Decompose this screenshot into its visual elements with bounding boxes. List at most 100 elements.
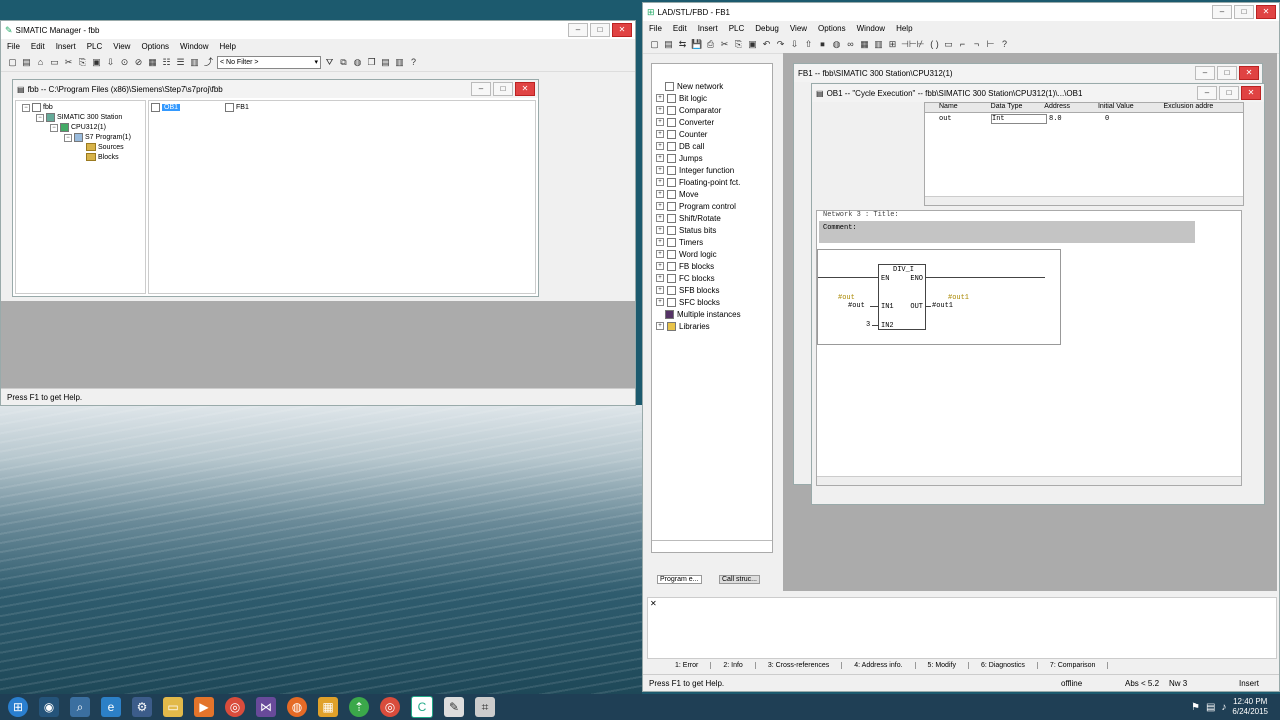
category-new-network[interactable]: New network (656, 80, 741, 92)
box-icon[interactable]: ▭ (943, 39, 954, 50)
taskbar-ie-icon[interactable]: e (101, 697, 121, 717)
copy-icon[interactable]: ⎘ (733, 39, 744, 50)
download-icon[interactable]: ⇩ (105, 57, 116, 68)
help-icon[interactable]: ? (408, 57, 419, 68)
tile-icon[interactable]: ▤ (380, 57, 391, 68)
menu-help[interactable]: Help (220, 42, 236, 51)
taskbar-lad-icon[interactable]: ✎ (444, 697, 464, 717)
category-program-control[interactable]: + Program control (656, 200, 741, 212)
category-fb-blocks[interactable]: + FB blocks (656, 260, 741, 272)
print-icon[interactable]: ⎙ (705, 39, 716, 50)
declaration-scrollbar[interactable] (925, 196, 1243, 205)
help-icon[interactable]: ? (999, 39, 1010, 50)
taskbar-chrome2-icon[interactable]: ◎ (380, 697, 400, 717)
tree-item-cpu[interactable]: − CPU312(1) (50, 123, 106, 132)
taskbar-folder-icon[interactable]: ▭ (163, 697, 183, 717)
category-move[interactable]: + Move (656, 188, 741, 200)
taskbar-chrome-icon[interactable]: ◎ (225, 697, 245, 717)
tray-flag-icon[interactable]: ⚑ (1191, 702, 1200, 713)
tree-item-fbb[interactable]: − fbb (22, 103, 53, 112)
category-status-bits[interactable]: + Status bits (656, 224, 741, 236)
netpro-icon[interactable]: ⧉ (338, 57, 349, 68)
menu-edit[interactable]: Edit (31, 42, 45, 51)
category-shift-rotate[interactable]: + Shift/Rotate (656, 212, 741, 224)
network-hscroll[interactable] (817, 476, 1241, 485)
network-title[interactable]: Network 3 : Title: (823, 211, 899, 219)
cut-icon[interactable]: ✂ (63, 57, 74, 68)
fb1-close-button[interactable]: ✕ (1239, 66, 1259, 80)
tray-clock[interactable]: 12:40 PM 6/24/2015 (1232, 697, 1268, 717)
tab-address-info[interactable]: 4: Address info. (842, 662, 916, 669)
lad-titlebar[interactable]: ⊞ LAD/STL/FBD - FB1 – □ ✕ (643, 3, 1279, 21)
redo-icon[interactable]: ↷ (775, 39, 786, 50)
declaration-row[interactable]: out Int 8.0 0 (925, 113, 1243, 124)
close-button[interactable]: ✕ (612, 23, 632, 37)
menu-insert[interactable]: Insert (56, 42, 76, 51)
lad-close-button[interactable]: ✕ (1256, 5, 1276, 19)
in1-var[interactable]: #out (848, 302, 865, 310)
in2-value[interactable]: 3 (866, 321, 870, 329)
new-icon[interactable]: ▢ (7, 57, 18, 68)
taskbar-app-icon[interactable]: ◉ (39, 697, 59, 717)
ob1-maximize-button[interactable]: □ (1219, 86, 1239, 100)
arrange-icon[interactable]: ▥ (394, 57, 405, 68)
taskbar-search-icon[interactable]: ⌕ (70, 697, 90, 717)
project-close-button[interactable]: ✕ (515, 82, 535, 96)
network-icon[interactable]: ⊞ (887, 39, 898, 50)
category-word-logic[interactable]: + Word logic (656, 248, 741, 260)
taskbar-tool-icon[interactable]: ⚙ (132, 697, 152, 717)
lad-maximize-button[interactable]: □ (1234, 5, 1254, 19)
simulation-icon[interactable]: ◍ (352, 57, 363, 68)
taskbar-plc-icon[interactable]: ⌗ (475, 697, 495, 717)
ob1-minimize-button[interactable]: – (1197, 86, 1217, 100)
fb1-titlebar[interactable]: FB1 -- fbb\SIMATIC 300 Station\CPU312(1)… (794, 64, 1262, 82)
tab-cross-references[interactable]: 3: Cross-references (756, 662, 843, 669)
start-icon[interactable]: ⊞ (8, 697, 28, 717)
filter-select[interactable]: < No Filter > (217, 55, 321, 69)
ob1-titlebar[interactable]: ▤ OB1 -- "Cycle Execution" -- fbb\SIMATI… (812, 84, 1264, 102)
category-integer-function[interactable]: + Integer function (656, 164, 741, 176)
minimize-button[interactable]: – (568, 23, 588, 37)
new-icon[interactable]: ▢ (649, 39, 660, 50)
taskbar-firefox-icon[interactable]: ◍ (287, 697, 307, 717)
tray-volume-icon[interactable]: ♪ (1221, 702, 1226, 713)
category-db-call[interactable]: + DB call (656, 140, 741, 152)
lad-menu-edit[interactable]: Edit (673, 24, 687, 33)
out-tag[interactable]: #out1 (948, 294, 969, 302)
download-icon[interactable]: ⇩ (789, 39, 800, 50)
tab-diagnostics[interactable]: 6: Diagnostics (969, 662, 1038, 669)
taskbar-simatic-icon[interactable]: C (411, 696, 433, 718)
category-jumps[interactable]: + Jumps (656, 152, 741, 164)
cascade-icon[interactable]: ❐ (366, 57, 377, 68)
tab-modify[interactable]: 5: Modify (916, 662, 969, 669)
tab-info[interactable]: 2: Info (711, 662, 756, 669)
tab-comparison[interactable]: 7: Comparison (1038, 662, 1109, 669)
simatic-titlebar[interactable]: ✎ SIMATIC Manager - fbb – □ ✕ (1, 21, 635, 39)
connection-icon[interactable]: ⊢ (985, 39, 996, 50)
lad-menu-file[interactable]: File (649, 24, 662, 33)
project-titlebar[interactable]: ▤ fbb -- C:\Program Files (x86)\Siemens\… (13, 80, 538, 98)
branch-close-icon[interactable]: ¬ (971, 39, 982, 50)
lad-menu-help[interactable]: Help (896, 24, 912, 33)
category-libraries[interactable]: + Libraries (656, 320, 741, 332)
small-icons-icon[interactable]: ☷ (161, 57, 172, 68)
menu-window[interactable]: Window (180, 42, 208, 51)
taskbar-vs-icon[interactable]: ⋈ (256, 697, 276, 717)
contact-nc-icon[interactable]: ⊬ (915, 39, 926, 50)
category-bit-logic[interactable]: + Bit logic (656, 92, 741, 104)
paste-icon[interactable]: ▣ (91, 57, 102, 68)
category-fc-blocks[interactable]: + FC blocks (656, 272, 741, 284)
coil-icon[interactable]: ( ) (929, 39, 940, 50)
undo-icon[interactable]: ↶ (761, 39, 772, 50)
category-counter[interactable]: + Counter (656, 128, 741, 140)
open-online-icon[interactable]: ⇆ (677, 39, 688, 50)
branch-open-icon[interactable]: ⌐ (957, 39, 968, 50)
category-floating-point[interactable]: + Floating-point fct. (656, 176, 741, 188)
menu-file[interactable]: File (7, 42, 20, 51)
up-level-icon[interactable]: ⤴ (203, 57, 214, 68)
project-minimize-button[interactable]: – (471, 82, 491, 96)
copy-icon[interactable]: ⎘ (77, 57, 88, 68)
online-icon[interactable]: ⊙ (119, 57, 130, 68)
project-maximize-button[interactable]: □ (493, 82, 513, 96)
list-icon[interactable]: ☰ (175, 57, 186, 68)
